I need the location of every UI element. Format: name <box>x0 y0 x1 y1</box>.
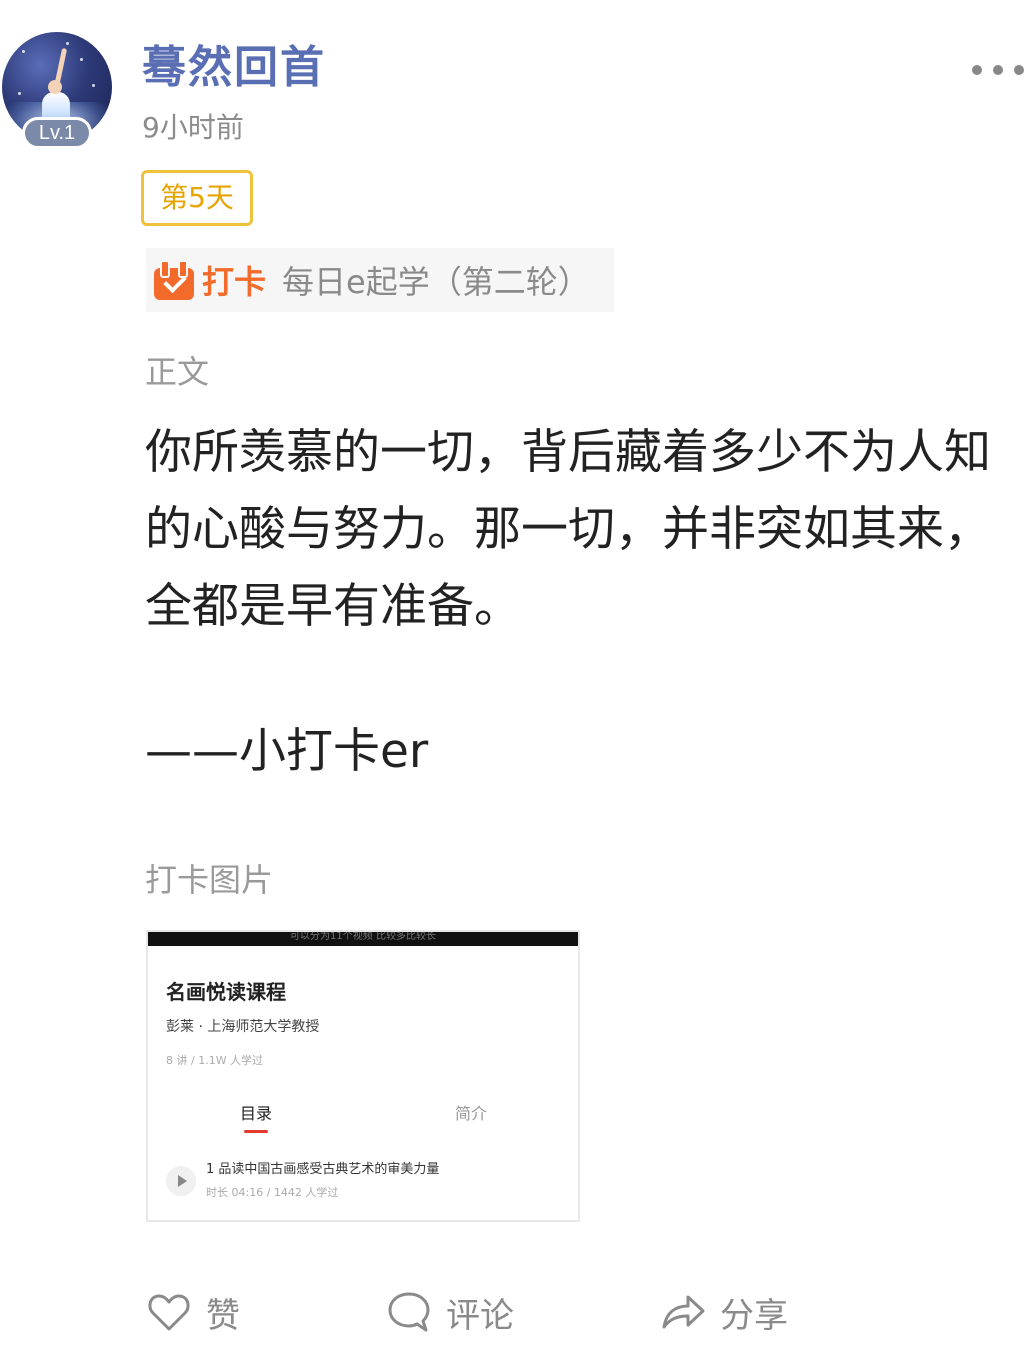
speech-bubble-icon <box>388 1292 430 1332</box>
more-options-button[interactable] <box>972 58 1024 82</box>
thumb-lesson-title: 1 品读中国古画感受古典艺术的审美力量 <box>206 1162 440 1177</box>
thumb-tab-intro: 简介 <box>455 1104 488 1123</box>
thumb-course-title: 名画悦读课程 <box>166 980 286 1004</box>
thumb-tab-underline <box>244 1130 268 1133</box>
thumb-top-caption: 可以分为11个视频 比较多比较长 <box>148 932 578 946</box>
checkin-image-thumbnail[interactable]: 可以分为11个视频 比较多比较长 名画悦读课程 彭莱 · 上海师范大学教授 8 … <box>146 930 580 1222</box>
calendar-check-icon <box>154 260 194 300</box>
checkin-label: 打卡 <box>202 263 267 301</box>
post-body-text: 你所羡慕的一切，背后藏着多少不为人知的心酸与努力。那一切，并非突如其来，全都是早… <box>145 425 991 634</box>
post-time: 9小时前 <box>142 111 244 144</box>
comment-label: 评论 <box>446 1295 514 1336</box>
thumb-course-author: 彭莱 · 上海师范大学教授 <box>166 1019 320 1035</box>
like-button[interactable]: 赞 <box>146 1284 240 1340</box>
like-label: 赞 <box>206 1295 240 1336</box>
thumb-lesson-meta: 时长 04:16 / 1442 人学过 <box>206 1186 339 1199</box>
share-button[interactable]: 分享 <box>660 1284 788 1340</box>
author-name[interactable]: 蓦然回首 <box>142 38 326 98</box>
thumb-tab-catalog: 目录 <box>240 1104 273 1123</box>
post-signature: ——小打卡er <box>145 724 429 779</box>
level-badge: Lv.1 <box>22 117 92 149</box>
checkin-course-name: 每日e起学（第二轮） <box>282 263 590 301</box>
day-count-tag: 第5天 <box>141 170 253 226</box>
thumb-course-stats: 8 讲 / 1.1W 人学过 <box>166 1054 264 1067</box>
comment-button[interactable]: 评论 <box>386 1284 514 1340</box>
images-section-label: 打卡图片 <box>145 861 274 899</box>
more-dots-icon <box>972 65 982 75</box>
share-label: 分享 <box>720 1295 788 1336</box>
checkin-course-link[interactable]: 打卡 每日e起学（第二轮） <box>146 248 614 312</box>
share-arrow-icon <box>662 1295 705 1329</box>
body-section-label: 正文 <box>145 353 210 391</box>
play-icon <box>166 1166 196 1196</box>
heart-icon <box>148 1294 190 1331</box>
